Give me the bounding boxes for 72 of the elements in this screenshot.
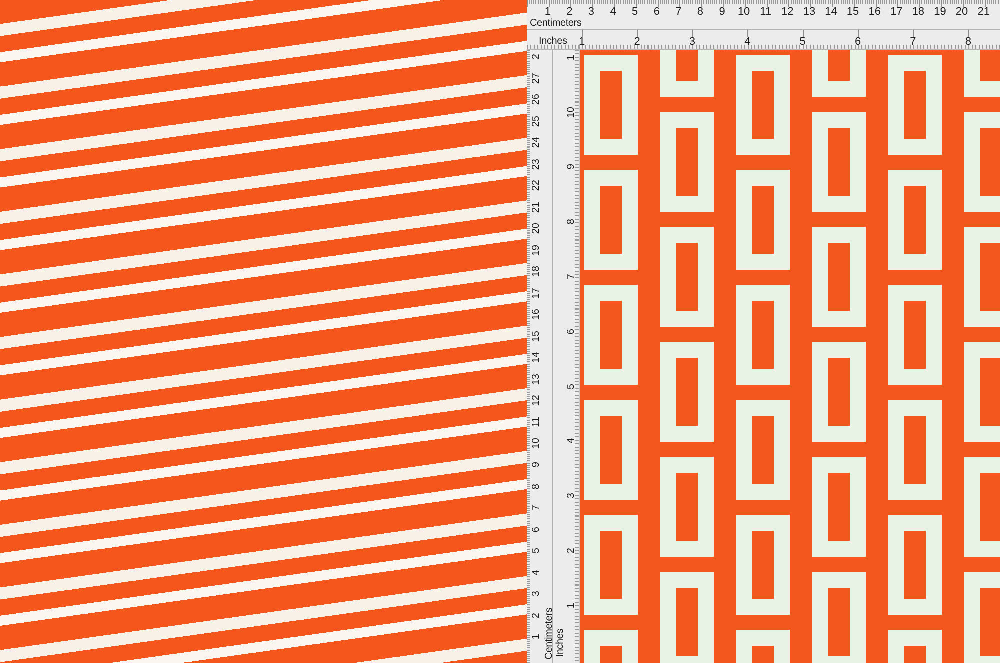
cm-number: 10 [532,438,542,450]
ruler-label: Inches [539,36,568,47]
inch-number: 7 [910,36,916,48]
inch-number: 9 [567,164,577,170]
inch-number: 3 [567,493,577,499]
inch-number: 2 [567,548,577,554]
cm-number: 4 [532,570,542,576]
cm-number: 21 [978,6,990,18]
cm-number: 16 [868,6,881,18]
inch-number: 2 [634,36,640,48]
ruler-label: Inches [556,628,566,657]
cm-number: 22 [532,180,542,192]
cm-number: 8 [532,484,542,490]
inch-number: 1 [567,54,577,60]
cm-number: 21 [532,202,542,213]
cm-number: 9 [719,6,726,18]
cm-number: 12 [532,395,542,406]
cm-number: 3 [532,591,542,598]
cm-number: 11 [532,417,542,428]
inch-number: 5 [800,36,806,48]
cm-number: 8 [697,6,704,18]
inch-number: 6 [567,328,577,334]
inch-number: 8 [567,219,577,225]
cm-number: 25 [532,116,542,127]
cm-number: 19 [934,6,946,18]
inch-number: 5 [567,384,577,390]
cm-number: 12 [782,6,794,18]
ruler-label: Centimeters [530,18,582,29]
cm-number: 13 [532,374,542,385]
cm-number: 5 [632,6,638,18]
ruler-label: Centimeters [544,608,554,660]
cm-number: 2 [566,6,573,18]
cm-number: 2 [532,54,542,60]
cm-number: 3 [588,6,595,18]
cm-number: 23 [532,158,542,170]
inch-number: 4 [567,438,577,444]
cm-number: 7 [676,6,682,18]
cm-number: 10 [738,6,750,18]
cm-number: 2 [532,612,542,619]
cm-number: 26 [532,94,542,106]
cm-number: 9 [532,462,542,468]
cm-number: 7 [532,505,542,512]
cm-number: 18 [532,266,542,278]
cm-number: 1 [532,634,542,640]
inch-number: 10 [567,106,577,118]
cm-number: 16 [532,309,542,320]
cm-number: 19 [532,244,542,256]
cm-number: 1 [544,6,551,18]
cm-number: 4 [610,6,616,18]
inch-number: 1 [579,36,586,48]
cm-number: 14 [825,6,838,18]
cm-number: 6 [532,526,542,533]
inch-number: 8 [965,36,972,48]
cm-number: 17 [890,6,903,18]
cm-number: 17 [532,288,542,299]
cm-number: 5 [532,548,542,554]
inch-number: 4 [744,36,751,48]
cm-number: 27 [532,72,542,84]
cm-number: 18 [912,6,925,18]
cm-number: 6 [654,6,660,18]
inch-number: 3 [689,36,696,48]
inch-number: 7 [567,274,577,280]
cm-number: 15 [532,330,542,342]
cm-number: 14 [532,352,542,364]
cm-number: 15 [846,6,860,18]
inch-number: 6 [854,36,862,48]
cm-number: 20 [956,6,968,18]
cm-number: 20 [532,223,542,234]
cm-number: 11 [760,6,772,18]
cm-number: 13 [803,6,816,18]
inch-number: 1 [567,602,577,608]
cm-number: 24 [532,137,542,148]
